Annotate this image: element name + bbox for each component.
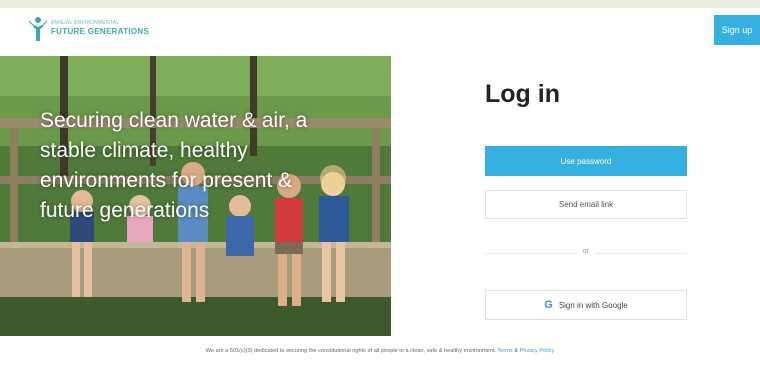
logo[interactable]: ANNUAL ENVIRONMENTAL FUTURE GENERATIONS	[28, 14, 149, 44]
google-sign-in-button[interactable]: G Sign in with Google	[485, 290, 687, 320]
footer: We are a 501(c)(3) dedicated to securing…	[0, 348, 760, 354]
logo-line-1: ANNUAL ENVIRONMENTAL	[51, 19, 120, 26]
hero-tagline: Securing clean water & air, a stable cli…	[40, 109, 308, 222]
login-title: Log in	[485, 80, 560, 108]
privacy-policy-link[interactable]: Privacy Policy	[520, 348, 555, 354]
footer-and: &	[514, 348, 518, 354]
top-strip	[0, 0, 760, 8]
sign-up-button[interactable]: Sign up	[714, 15, 760, 45]
logo-line-2: FUTURE GENERATIONS	[51, 26, 150, 36]
send-email-link-button[interactable]: Send email link	[485, 190, 687, 219]
logo-text: ANNUAL ENVIRONMENTAL FUTURE GENERATIONS	[51, 19, 150, 38]
divider-line-left	[485, 253, 578, 254]
use-password-button[interactable]: Use password	[485, 146, 687, 176]
divider-or: or	[578, 248, 594, 255]
footer-text: We are a 501(c)(3) dedicated to securing…	[205, 348, 496, 354]
hero-image: Securing clean water & air, a stable cli…	[0, 56, 391, 336]
divider-line-right	[594, 253, 687, 254]
terms-link[interactable]: Terms	[497, 348, 512, 354]
google-icon: G	[544, 299, 553, 311]
google-sign-in-label: Sign in with Google	[558, 300, 628, 310]
logo-mark-icon	[28, 17, 48, 41]
